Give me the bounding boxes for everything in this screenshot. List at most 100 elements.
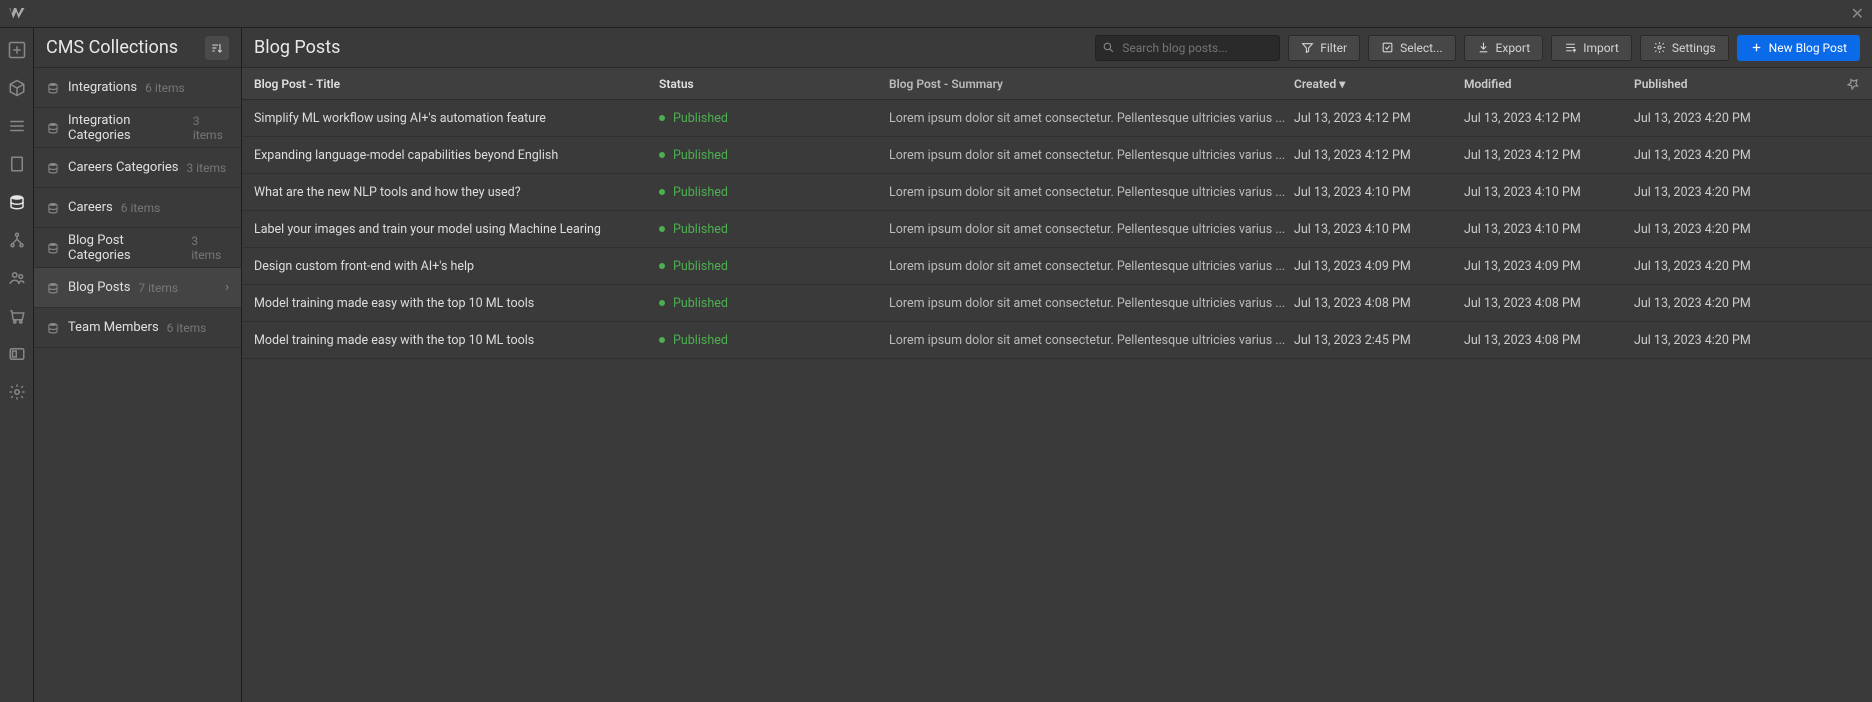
select-label: Select...: [1400, 41, 1442, 55]
cell-published: Jul 13, 2023 4:20 PM: [1634, 148, 1860, 163]
add-icon[interactable]: [5, 38, 29, 62]
collection-count: 3 items: [191, 234, 229, 262]
database-icon: [46, 201, 60, 215]
sort-desc-icon: ▾: [1339, 77, 1345, 91]
filter-label: Filter: [1320, 41, 1347, 55]
col-header-summary[interactable]: Blog Post - Summary: [889, 77, 1294, 91]
cell-summary: Lorem ipsum dolor sit amet consectetur. …: [889, 296, 1294, 311]
cell-status: Published: [659, 111, 889, 126]
status-dot-icon: [659, 115, 665, 121]
search-input[interactable]: [1095, 35, 1280, 61]
table-row[interactable]: Model training made easy with the top 10…: [242, 285, 1872, 322]
cell-title: What are the new NLP tools and how they …: [254, 185, 659, 200]
select-button[interactable]: Select...: [1368, 35, 1455, 61]
layers-icon[interactable]: [5, 114, 29, 138]
gear-icon[interactable]: [5, 380, 29, 404]
cell-title: Expanding language-model capabilities be…: [254, 148, 659, 163]
export-button[interactable]: Export: [1464, 35, 1544, 61]
logic-icon[interactable]: [5, 228, 29, 252]
assets-icon[interactable]: [5, 342, 29, 366]
cell-created: Jul 13, 2023 4:10 PM: [1294, 222, 1464, 237]
collection-item[interactable]: Integration Categories 3 items: [34, 108, 241, 148]
col-header-status[interactable]: Status: [659, 77, 889, 91]
box-icon[interactable]: [5, 76, 29, 100]
cell-created: Jul 13, 2023 4:10 PM: [1294, 185, 1464, 200]
export-label: Export: [1496, 41, 1531, 55]
collection-item[interactable]: Team Members6 items: [34, 308, 241, 348]
cms-icon[interactable]: [5, 190, 29, 214]
database-icon: [46, 281, 60, 295]
pin-icon[interactable]: [1846, 77, 1860, 91]
sort-button[interactable]: [205, 36, 229, 60]
chevron-right-icon: ›: [225, 280, 229, 295]
collection-name: Blog Posts: [68, 280, 130, 295]
collection-list: Integrations6 itemsIntegration Categorie…: [34, 68, 241, 348]
status-dot-icon: [659, 189, 665, 195]
close-icon[interactable]: ✕: [1851, 4, 1864, 23]
collections-header: CMS Collections: [34, 28, 241, 68]
collection-count: 7 items: [138, 281, 178, 295]
cell-title: Model training made easy with the top 10…: [254, 333, 659, 348]
collection-name: Blog Post Categories: [68, 233, 183, 263]
cell-title: Label your images and train your model u…: [254, 222, 659, 237]
page-icon[interactable]: [5, 152, 29, 176]
cell-title: Simplify ML workflow using AI+'s automat…: [254, 111, 659, 126]
table-row[interactable]: Model training made easy with the top 10…: [242, 322, 1872, 359]
cell-summary: Lorem ipsum dolor sit amet consectetur. …: [889, 259, 1294, 274]
col-header-published[interactable]: Published: [1634, 77, 1846, 91]
database-icon: [46, 81, 60, 95]
collection-name: Team Members: [68, 320, 159, 335]
status-dot-icon: [659, 152, 665, 158]
cell-published: Jul 13, 2023 4:20 PM: [1634, 259, 1860, 274]
collections-panel: CMS Collections Integrations6 itemsInteg…: [34, 28, 242, 702]
cell-modified: Jul 13, 2023 4:12 PM: [1464, 111, 1634, 126]
cell-created: Jul 13, 2023 4:08 PM: [1294, 296, 1464, 311]
collection-item[interactable]: Blog Posts 7 items ›: [34, 268, 241, 308]
col-header-modified[interactable]: Modified: [1464, 77, 1634, 91]
cart-icon[interactable]: [5, 304, 29, 328]
import-button[interactable]: Import: [1551, 35, 1632, 61]
status-dot-icon: [659, 263, 665, 269]
table-header: Blog Post - Title Status Blog Post - Sum…: [242, 68, 1872, 100]
database-icon: [46, 121, 60, 135]
new-label: New Blog Post: [1769, 41, 1847, 55]
cell-modified: Jul 13, 2023 4:12 PM: [1464, 148, 1634, 163]
users-icon[interactable]: [5, 266, 29, 290]
settings-button[interactable]: Settings: [1640, 35, 1729, 61]
webflow-logo-icon: [8, 5, 26, 23]
new-blog-post-button[interactable]: New Blog Post: [1737, 35, 1860, 61]
left-rail: [0, 28, 34, 702]
table-row[interactable]: Label your images and train your model u…: [242, 211, 1872, 248]
search-icon: [1102, 41, 1115, 54]
settings-label: Settings: [1672, 41, 1716, 55]
main-panel: Blog Posts Filter Select... Export Impor…: [242, 28, 1872, 702]
collection-name: Integration Categories: [68, 113, 185, 143]
table-row[interactable]: Expanding language-model capabilities be…: [242, 137, 1872, 174]
col-header-title[interactable]: Blog Post - Title: [254, 77, 659, 91]
collection-item[interactable]: Careers Categories3 items: [34, 148, 241, 188]
col-header-created[interactable]: Created ▾: [1294, 77, 1464, 91]
table-row[interactable]: What are the new NLP tools and how they …: [242, 174, 1872, 211]
database-icon: [46, 161, 60, 175]
cell-status: Published: [659, 259, 889, 274]
cell-modified: Jul 13, 2023 4:09 PM: [1464, 259, 1634, 274]
collection-item[interactable]: Integrations6 items: [34, 68, 241, 108]
collection-item[interactable]: Blog Post Categories 3 items: [34, 228, 241, 268]
cell-created: Jul 13, 2023 4:12 PM: [1294, 111, 1464, 126]
cell-status: Published: [659, 296, 889, 311]
cell-modified: Jul 13, 2023 4:08 PM: [1464, 296, 1634, 311]
collections-title: CMS Collections: [46, 37, 178, 58]
main-header: Blog Posts Filter Select... Export Impor…: [242, 28, 1872, 68]
filter-button[interactable]: Filter: [1288, 35, 1360, 61]
table-row[interactable]: Design custom front-end with AI+'s helpP…: [242, 248, 1872, 285]
cell-published: Jul 13, 2023 4:20 PM: [1634, 222, 1860, 237]
cell-title: Model training made easy with the top 10…: [254, 296, 659, 311]
collection-count: 3 items: [193, 114, 229, 142]
database-icon: [46, 321, 60, 335]
collection-item[interactable]: Careers6 items: [34, 188, 241, 228]
database-icon: [46, 241, 60, 255]
status-dot-icon: [659, 337, 665, 343]
top-bar: ✕: [0, 0, 1872, 28]
table-row[interactable]: Simplify ML workflow using AI+'s automat…: [242, 100, 1872, 137]
cell-published: Jul 13, 2023 4:20 PM: [1634, 333, 1860, 348]
